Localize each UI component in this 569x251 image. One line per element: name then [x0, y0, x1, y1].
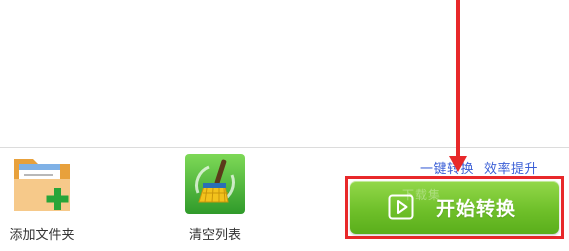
clear-list-label: 清空列表 — [188, 228, 241, 243]
hint-one-click: 一键转换 — [420, 162, 475, 177]
add-folder-icon — [11, 153, 73, 215]
start-convert-button[interactable]: 下载集 开始转换 — [350, 181, 559, 234]
broom-icon — [184, 153, 246, 215]
start-convert-label: 开始转换 — [436, 198, 517, 220]
add-folder-label: 添加文件夹 — [9, 228, 75, 243]
file-list-area[interactable] — [0, 0, 569, 147]
promo-hint: 一键转换 效率提升 — [420, 158, 538, 177]
add-folder-button[interactable]: 添加文件夹 — [2, 153, 82, 243]
hint-efficiency: 效率提升 — [484, 162, 539, 177]
clear-list-button[interactable]: 清空列表 — [175, 153, 255, 243]
play-icon — [388, 194, 414, 220]
